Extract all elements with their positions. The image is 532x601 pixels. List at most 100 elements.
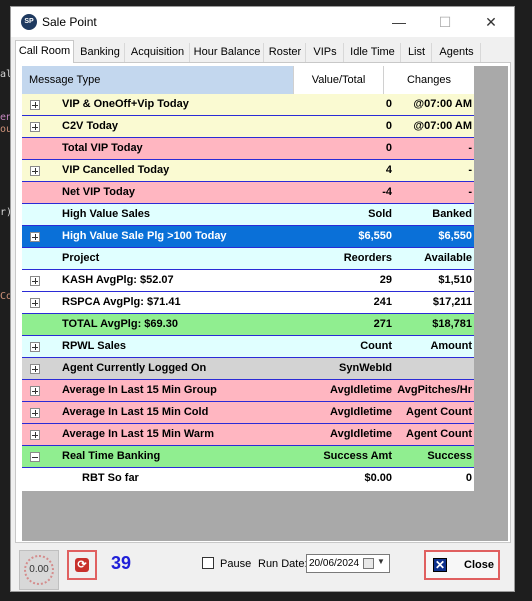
row-name: RPWL Sales: [62, 340, 126, 352]
table-row[interactable]: High Value Sale Plg >100 Today $6,550 $6,5…: [22, 226, 474, 248]
tab-roster[interactable]: Roster: [265, 43, 306, 62]
row-value: SynWebId: [339, 362, 392, 374]
tab-banking[interactable]: Banking: [76, 43, 125, 62]
column-header-changes[interactable]: Changes: [384, 66, 474, 94]
table-row[interactable]: VIP Cancelled Today 4 -: [22, 160, 474, 182]
expand-plus-icon[interactable]: [30, 100, 40, 110]
table-row[interactable]: Average In Last 15 Min Group AvgIdletime A…: [22, 380, 474, 402]
expand-plus-icon[interactable]: [30, 298, 40, 308]
tab-vips[interactable]: VIPs: [307, 43, 344, 62]
tab-agents[interactable]: Agents: [433, 43, 481, 62]
close-button-label: Close: [464, 559, 494, 571]
tab-call-room[interactable]: Call Room: [15, 40, 74, 63]
expand-plus-icon[interactable]: [30, 166, 40, 176]
expand-plus-icon[interactable]: [30, 408, 40, 418]
row-value: 0: [385, 120, 392, 132]
app-logo-icon: SP: [21, 14, 37, 30]
row-changes: $6,550: [438, 230, 472, 242]
title-bar[interactable]: SP Sale Point — ☐ ✕: [11, 7, 514, 37]
minimize-button[interactable]: —: [376, 7, 422, 37]
chevron-down-icon[interactable]: ▼: [377, 557, 385, 566]
row-name: VIP Cancelled Today: [62, 164, 170, 176]
row-name: C2V Today: [62, 120, 119, 132]
grid-header: Message Type Value/Total Changes: [22, 66, 474, 94]
table-row[interactable]: Project Reorders Available: [22, 248, 474, 270]
collapse-minus-icon[interactable]: [30, 452, 40, 462]
table-row[interactable]: Agent Currently Logged On SynWebId: [22, 358, 474, 380]
table-row[interactable]: RPWL Sales Count Amount: [22, 336, 474, 358]
maximize-button[interactable]: ☐: [422, 7, 468, 37]
tab-acquisition[interactable]: Acquisition: [126, 43, 190, 62]
row-value: 4: [385, 164, 392, 176]
run-date-picker[interactable]: 20/06/2024 ▼: [306, 554, 390, 573]
row-changes: $17,211: [432, 296, 472, 308]
window-close-button[interactable]: ✕: [468, 7, 514, 37]
row-changes: @07:00 AM: [413, 98, 472, 110]
row-value: Count: [360, 340, 392, 352]
table-row[interactable]: RSPCA AvgPlg: $71.41 241 $17,211: [22, 292, 474, 314]
row-changes: $18,781: [432, 318, 472, 330]
expand-plus-icon[interactable]: [30, 122, 40, 132]
column-header-value-total[interactable]: Value/Total: [294, 66, 384, 94]
expand-plus-icon[interactable]: [30, 364, 40, 374]
table-row[interactable]: VIP & OneOff+Vip Today 0 @07:00 AM: [22, 94, 474, 116]
expand-plus-icon[interactable]: [30, 276, 40, 286]
column-header-message-type[interactable]: Message Type: [22, 66, 294, 94]
row-changes: Agent Count: [406, 406, 472, 418]
row-changes: Agent Count: [406, 428, 472, 440]
row-name: Real Time Banking: [62, 450, 161, 462]
row-name: Agent Currently Logged On: [62, 362, 207, 374]
row-name: VIP & OneOff+Vip Today: [62, 98, 189, 110]
row-changes: -: [468, 186, 472, 198]
table-row[interactable]: Net VIP Today -4 -: [22, 182, 474, 204]
pause-checkbox[interactable]: [202, 557, 214, 569]
row-changes: $1,510: [438, 274, 472, 286]
table-row[interactable]: High Value Sales Sold Banked: [22, 204, 474, 226]
busy-spinner: 0.00: [19, 550, 59, 590]
row-name: TOTAL AvgPlg: $69.30: [62, 318, 178, 330]
row-changes: [394, 358, 472, 379]
expand-plus-icon[interactable]: [30, 232, 40, 242]
row-name: Project: [62, 252, 100, 264]
sale-point-window: SP Sale Point — ☐ ✕ Call Room Banking Ac…: [10, 6, 515, 592]
table-row[interactable]: Average In Last 15 Min Warm AvgIdletime Ag…: [22, 424, 474, 446]
tab-idle-time[interactable]: Idle Time: [345, 43, 401, 62]
row-changes: 0: [465, 472, 472, 484]
row-value: $0.00: [364, 472, 392, 484]
tab-hour-balance[interactable]: Hour Balance: [191, 43, 264, 62]
row-name: High Value Sale Plg >100 Today: [62, 230, 227, 242]
row-value: Success Amt: [323, 450, 392, 462]
expand-plus-icon[interactable]: [30, 342, 40, 352]
message-grid: Message Type Value/Total Changes VIP & O…: [22, 66, 474, 491]
row-changes: @07:00 AM: [413, 120, 472, 132]
row-changes: -: [468, 164, 472, 176]
row-value: 29: [379, 274, 392, 286]
table-row[interactable]: KASH AvgPlg: $52.07 29 $1,510: [22, 270, 474, 292]
row-name: Average In Last 15 Min Warm: [62, 428, 215, 440]
row-name: Average In Last 15 Min Cold: [62, 406, 209, 418]
row-name: Average In Last 15 Min Group: [62, 384, 217, 396]
table-row[interactable]: Real Time Banking Success Amt Success Coun…: [22, 446, 474, 483]
row-changes: Amount: [430, 340, 472, 352]
row-changes: Banked: [432, 208, 472, 220]
tab-list[interactable]: List: [402, 43, 432, 62]
table-row[interactable]: RBT So far $0.00 0: [22, 468, 474, 491]
table-row[interactable]: TOTAL AvgPlg: $69.30 271 $18,781: [22, 314, 474, 336]
refresh-icon: ⟳: [75, 558, 89, 572]
calendar-icon[interactable]: [363, 558, 374, 569]
row-value: AvgIdletime: [330, 406, 392, 418]
close-button[interactable]: ✕ Close: [424, 550, 500, 580]
row-changes: Available: [424, 252, 472, 264]
refresh-button[interactable]: ⟳: [67, 550, 97, 580]
run-date-label: Run Date:: [258, 558, 308, 570]
grid-body: VIP & OneOff+Vip Today 0 @07:00 AM C2V Toda…: [22, 94, 474, 491]
bottom-bar: 0.00 ⟳ 39 Pause Run Date: 20/06/2024 ▼ ✕…: [11, 545, 514, 591]
row-name: High Value Sales: [62, 208, 151, 220]
call-room-panel: Message Type Value/Total Changes VIP & O…: [15, 63, 511, 543]
row-value: Reorders: [343, 252, 392, 264]
table-row[interactable]: Total VIP Today 0 -: [22, 138, 474, 160]
table-row[interactable]: C2V Today 0 @07:00 AM: [22, 116, 474, 138]
table-row[interactable]: Average In Last 15 Min Cold AvgIdletime Ag…: [22, 402, 474, 424]
expand-plus-icon[interactable]: [30, 386, 40, 396]
expand-plus-icon[interactable]: [30, 430, 40, 440]
